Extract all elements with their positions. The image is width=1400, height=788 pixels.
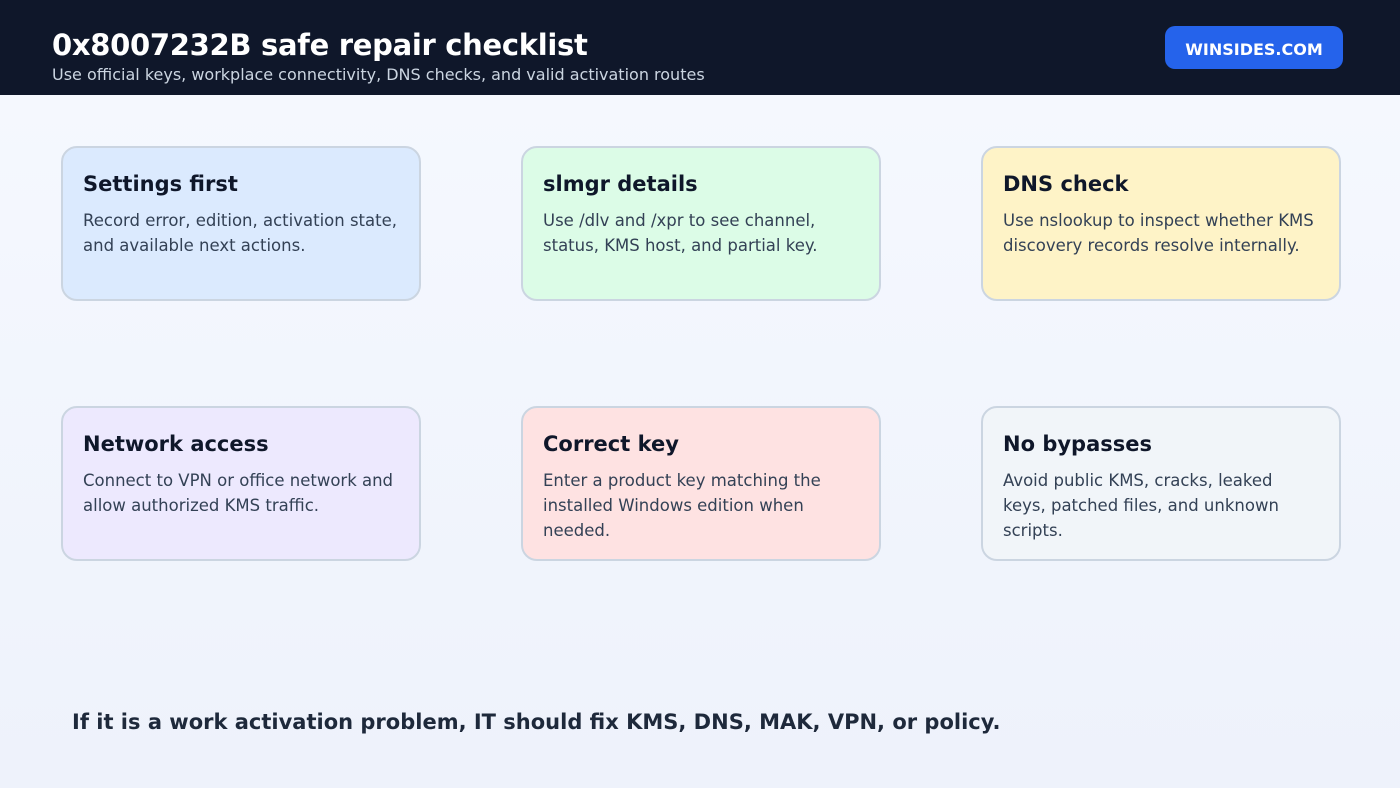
card-title: Settings first	[83, 172, 238, 196]
card-description: Enter a product key matching the install…	[543, 471, 821, 540]
card-dns-check: DNS check Use nslookup to inspect whethe…	[981, 146, 1341, 301]
card-slmgr-details: slmgr details Use /dlv and /xpr to see c…	[521, 146, 881, 301]
page-title: 0x8007232B safe repair checklist	[52, 28, 588, 62]
card-description: Record error, edition, activation state,…	[83, 211, 397, 255]
card-correct-key: Correct key Enter a product key matching…	[521, 406, 881, 561]
card-network-access: Network access Connect to VPN or office …	[61, 406, 421, 561]
card-description: Avoid public KMS, cracks, leaked keys, p…	[1003, 471, 1279, 540]
card-description: Connect to VPN or office network and all…	[83, 471, 394, 515]
card-settings-first: Settings first Record error, edition, ac…	[61, 146, 421, 301]
card-title: No bypasses	[1003, 432, 1152, 456]
card-title: Correct key	[543, 432, 679, 456]
card-description: Use /dlv and /xpr to see channel, status…	[543, 211, 818, 255]
brand-badge[interactable]: WINSIDES.COM	[1165, 26, 1343, 69]
card-no-bypasses: No bypasses Avoid public KMS, cracks, le…	[981, 406, 1341, 561]
card-title: DNS check	[1003, 172, 1129, 196]
page-subtitle: Use official keys, workplace connectivit…	[52, 65, 705, 84]
card-title: Network access	[83, 432, 269, 456]
card-title: slmgr details	[543, 172, 698, 196]
card-description: Use nslookup to inspect whether KMS disc…	[1003, 211, 1314, 255]
footer-note: If it is a work activation problem, IT s…	[72, 710, 1001, 734]
header-bar: 0x8007232B safe repair checklist Use off…	[0, 0, 1400, 95]
